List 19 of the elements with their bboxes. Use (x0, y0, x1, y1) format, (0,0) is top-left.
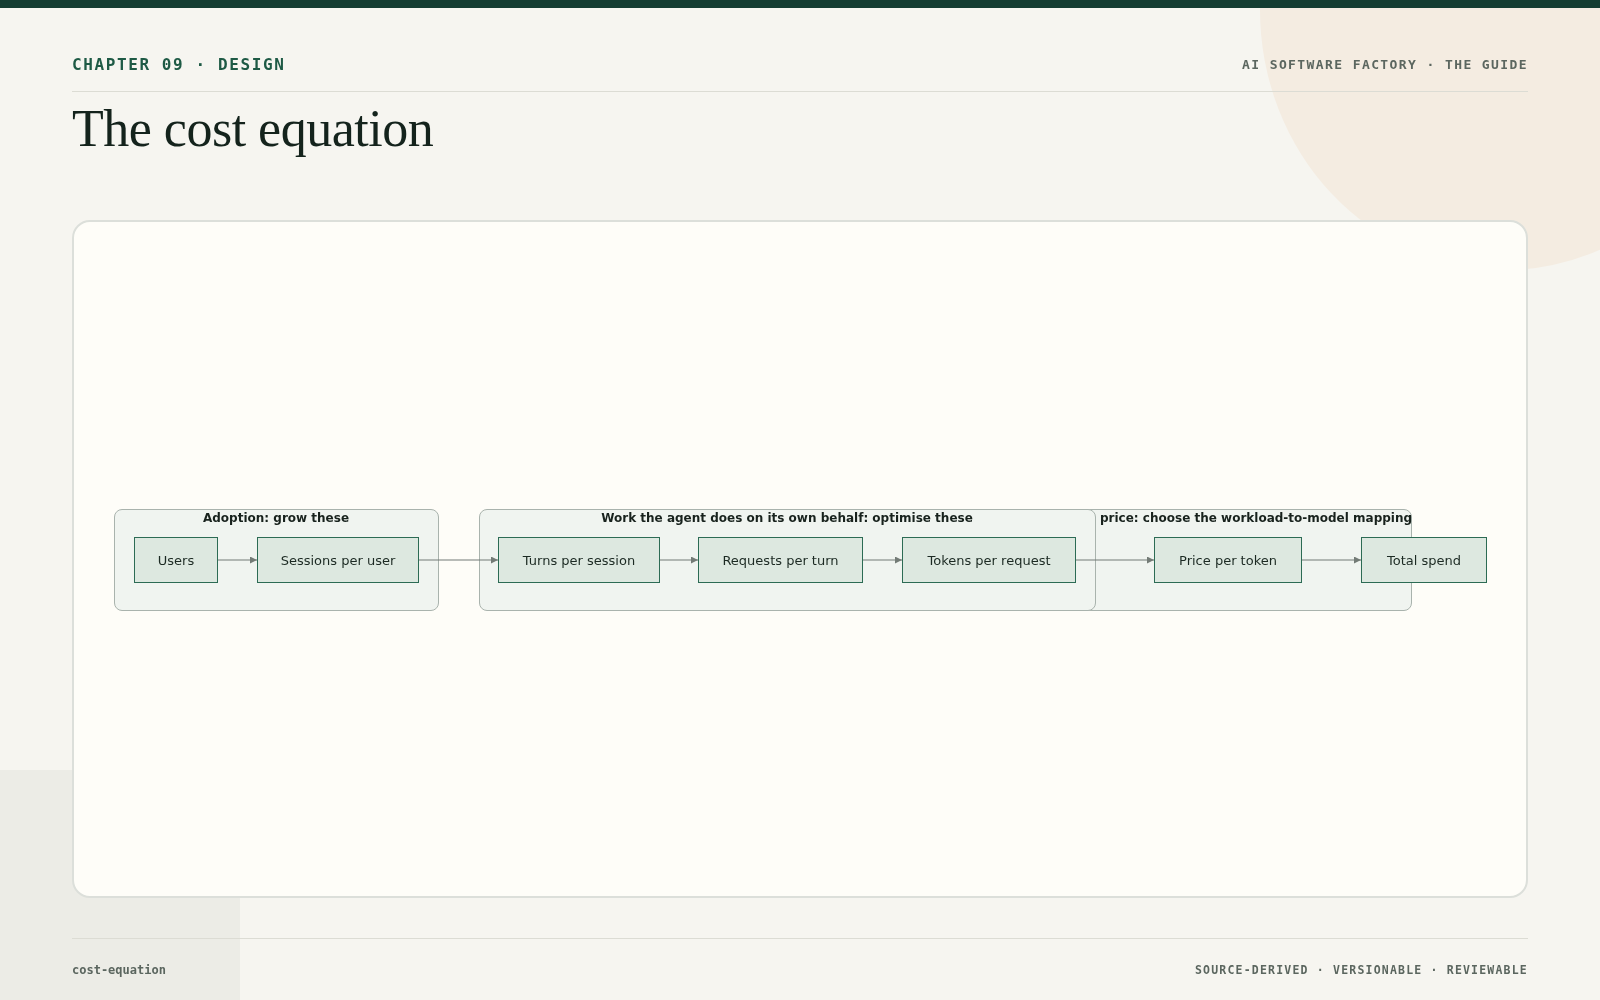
slide-slug: cost-equation (72, 963, 166, 978)
arrow-connector (862, 556, 903, 564)
arrow-connector (1301, 556, 1362, 564)
diagram-node: Users (134, 537, 218, 584)
diagram-node: Sessions per user (257, 537, 419, 584)
chapter-label: CHAPTER 09 · DESIGN (72, 55, 286, 74)
diagram-node: Total spend (1361, 537, 1487, 584)
arrow-connector (659, 556, 699, 564)
book-title: AI SOFTWARE FACTORY · THE GUIDE (1241, 57, 1528, 72)
diagram-node: Tokens per request (902, 537, 1076, 584)
diagram-node: Price per token (1154, 537, 1302, 584)
footer-tagline: SOURCE-DERIVED · VERSIONABLE · REVIEWABLE (1194, 963, 1528, 978)
group-label: Adoption: grow these (203, 511, 349, 526)
arrow-connector (217, 556, 258, 564)
group-label: price: choose the workload-to-model mapping (1100, 511, 1413, 526)
group-label: Work the agent does on its own behalf: optimise these (601, 511, 973, 526)
page-title: The cost equation (72, 99, 435, 159)
diagram-node: Requests per turn (698, 537, 863, 584)
diagram-node: Turns per session (498, 537, 660, 584)
